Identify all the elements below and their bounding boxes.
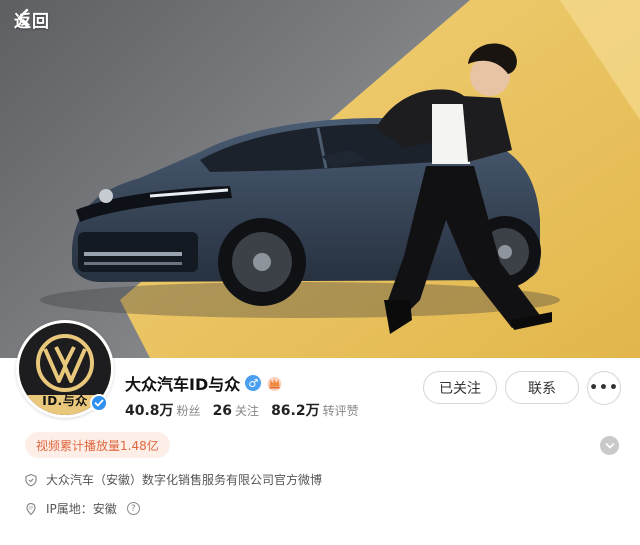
profile-name-row: 大众汽车ID与众 ♂ bbox=[125, 371, 283, 395]
back-button[interactable]: 返回 bbox=[14, 7, 50, 32]
verification-info: 大众汽车（安徽）数字化销售服务有限公司官方微博 bbox=[24, 471, 322, 488]
stat-value: 86.2万 bbox=[271, 403, 320, 419]
stat-label: 粉丝 bbox=[176, 404, 201, 418]
profile-stats: 40.8万 粉丝 26 关注 86.2万 转评赞 bbox=[125, 400, 359, 420]
ip-location-info: IP IP属地：安徽 ? bbox=[24, 500, 140, 517]
stat-value: 26 bbox=[212, 403, 233, 419]
stat-following[interactable]: 26 关注 bbox=[213, 402, 260, 419]
profile-banner: 返回 bbox=[0, 0, 640, 358]
stat-label: 关注 bbox=[235, 404, 260, 418]
stat-followers[interactable]: 40.8万 粉丝 bbox=[125, 400, 201, 420]
chevron-down-icon bbox=[605, 442, 614, 449]
verified-badge-icon bbox=[90, 394, 108, 412]
more-options-button[interactable]: ••• bbox=[587, 371, 621, 405]
banner-image bbox=[40, 0, 640, 358]
svg-text:IP: IP bbox=[29, 505, 33, 510]
stat-interactions[interactable]: 86.2万 转评赞 bbox=[271, 400, 359, 420]
shield-icon bbox=[25, 473, 37, 486]
stat-value: 40.8万 bbox=[125, 403, 174, 419]
chevron-left-icon bbox=[17, 8, 29, 28]
following-button[interactable]: 已关注 bbox=[423, 371, 497, 404]
help-icon[interactable]: ? bbox=[126, 502, 140, 515]
ip-location-text: IP属地：安徽 bbox=[46, 502, 117, 516]
expand-button[interactable] bbox=[600, 436, 619, 455]
ip-location-icon: IP bbox=[26, 502, 36, 515]
verification-text: 大众汽车（安徽）数字化销售服务有限公司官方微博 bbox=[46, 473, 323, 487]
contact-button[interactable]: 联系 bbox=[505, 371, 579, 404]
male-icon: ♂ bbox=[245, 375, 262, 391]
member-crown-icon[interactable] bbox=[266, 375, 283, 392]
video-plays-tag[interactable]: 视频累计播放量1.48亿 bbox=[25, 432, 170, 458]
profile-name: 大众汽车ID与众 bbox=[125, 375, 241, 394]
stat-label: 转评赞 bbox=[322, 404, 359, 418]
